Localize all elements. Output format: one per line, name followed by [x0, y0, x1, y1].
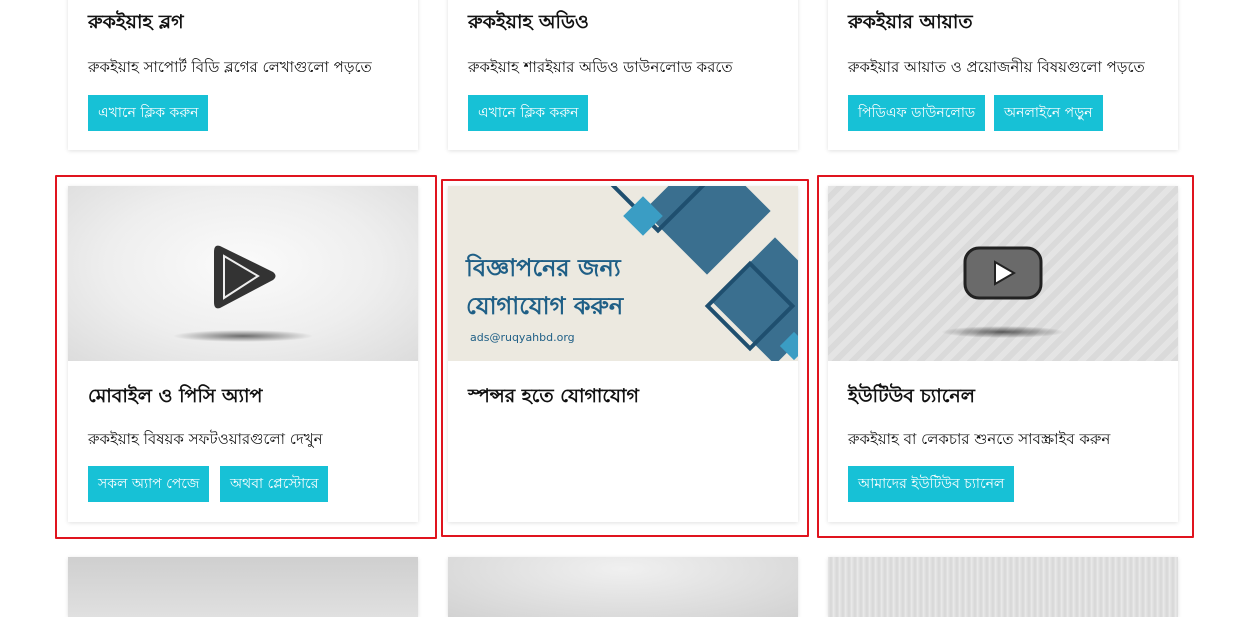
- bottom-card-3: [828, 557, 1178, 617]
- ayat-card: রুকইয়ার আয়াত রুকইয়ার আয়াত ও প্রয়োজন…: [828, 0, 1178, 150]
- audio-card: রুকইয়াহ অডিও রুকইয়াহ শারইয়ার অডিও ডাউ…: [448, 0, 798, 150]
- all-apps-page-button[interactable]: সকল অ্যাপ পেজে: [88, 466, 210, 502]
- bottom-card-2: [448, 557, 798, 617]
- card-description: রুকইয়ার আয়াত ও প্রয়োজনীয় বিষয়গুলো প…: [848, 58, 1145, 76]
- card-title: ইউটিউব চ্যানেল: [848, 385, 975, 407]
- card-title: স্পন্সর হতে যোগাযোগ: [468, 385, 639, 407]
- banner-line-1: বিজ্ঞাপনের জন্য: [466, 254, 621, 282]
- play-store-icon: [173, 245, 313, 342]
- card-title: রুকইয়াহ অডিও: [468, 11, 589, 33]
- banner-email: ads@ruqyahbd.org: [470, 331, 575, 344]
- bottom-card-image[interactable]: [828, 557, 1178, 617]
- bottom-card-image[interactable]: [68, 557, 418, 617]
- card-description: রুকইয়াহ বিষয়ক সফটওয়ারগুলো দেখুন: [88, 430, 323, 448]
- sponsor-banner-image[interactable]: বিজ্ঞাপনের জন্য যোগাযোগ করুন ads@ruqyahb…: [448, 186, 798, 361]
- blog-click-here-button[interactable]: এখানে ক্লিক করুন: [88, 95, 209, 131]
- sponsor-card: বিজ্ঞাপনের জন্য যোগাযোগ করুন ads@ruqyahb…: [448, 186, 798, 522]
- banner-line-2: যোগাযোগ করুন: [466, 292, 624, 320]
- youtube-icon: [941, 246, 1065, 338]
- audio-click-here-button[interactable]: এখানে ক্লিক করুন: [468, 95, 589, 131]
- bottom-card-image[interactable]: [448, 557, 798, 617]
- card-description: রুকইয়াহ শারইয়ার অডিও ডাউনলোড করতে: [468, 58, 733, 76]
- pdf-download-button[interactable]: পিডিএফ ডাউনলোড: [848, 95, 986, 131]
- playstore-button[interactable]: অথবা প্লেস্টোরে: [220, 466, 329, 502]
- youtube-channel-button[interactable]: আমাদের ইউটিউব চ্যানেল: [848, 466, 1015, 502]
- bottom-card-1: [68, 557, 418, 617]
- card-description: রুকইয়াহ সাপোর্ট বিডি ব্লগের লেখাগুলো পড…: [88, 58, 372, 76]
- youtube-card-image[interactable]: [828, 186, 1178, 361]
- read-online-button[interactable]: অনলাইনে পড়ুন: [994, 95, 1103, 131]
- blog-card: রুকইয়াহ ব্লগ রুকইয়াহ সাপোর্ট বিডি ব্লগ…: [68, 0, 418, 150]
- youtube-card: ইউটিউব চ্যানেল রুকইয়াহ বা লেকচার শুনতে …: [828, 186, 1178, 522]
- app-card: মোবাইল ও পিসি অ্যাপ রুকইয়াহ বিষয়ক সফটও…: [68, 186, 418, 522]
- card-title: রুকইয়ার আয়াত: [848, 11, 973, 33]
- card-title: রুকইয়াহ ব্লগ: [88, 11, 184, 33]
- app-card-image[interactable]: [68, 186, 418, 361]
- card-description: রুকইয়াহ বা লেকচার শুনতে সাবস্ক্রাইব করু…: [848, 430, 1111, 448]
- card-title: মোবাইল ও পিসি অ্যাপ: [88, 385, 263, 407]
